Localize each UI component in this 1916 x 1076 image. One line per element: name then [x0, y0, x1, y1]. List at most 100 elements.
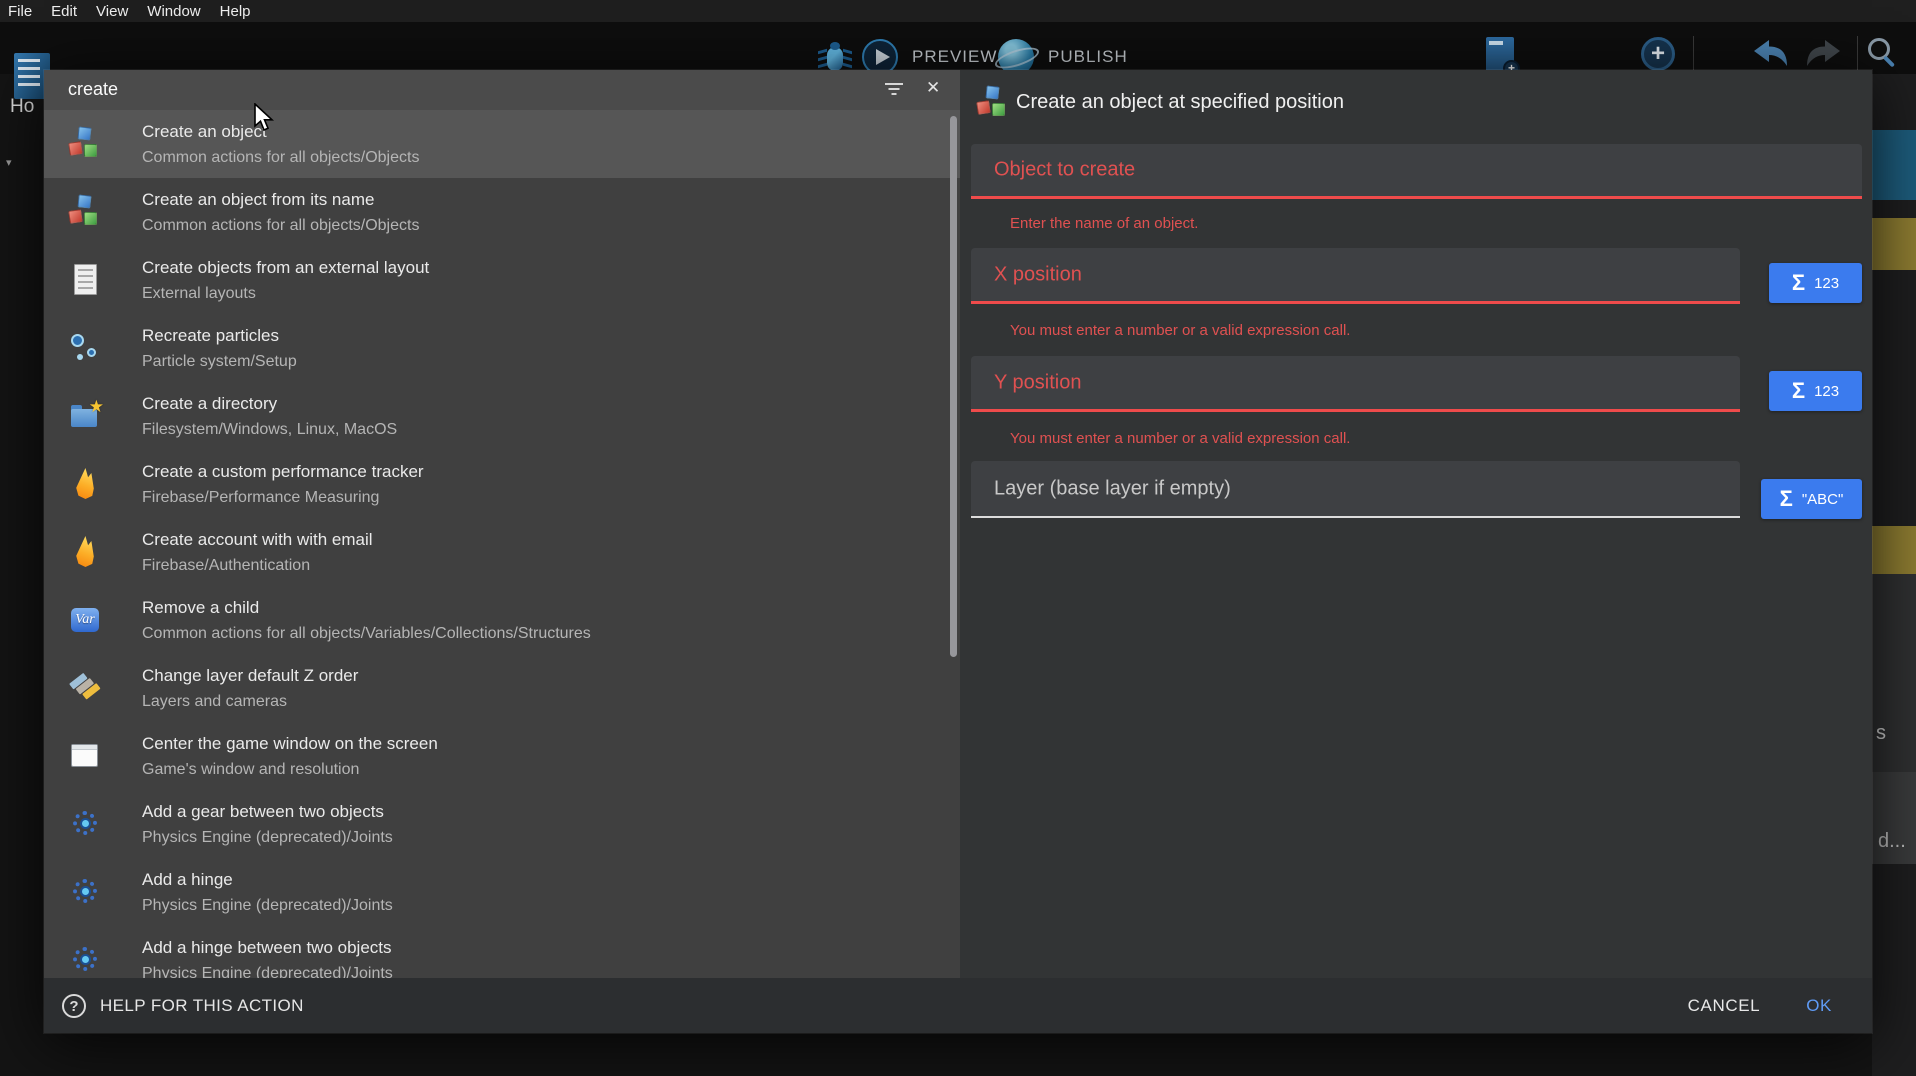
list-scrollbar[interactable]: [950, 116, 957, 657]
action-subtitle: Firebase/Performance Measuring: [142, 489, 379, 507]
object-to-create-field[interactable]: Object to create: [971, 144, 1862, 199]
action-subtitle: Layers and cameras: [142, 693, 287, 711]
preview-button[interactable]: PREVIEW: [912, 47, 997, 67]
help-for-this-action-button[interactable]: HELP FOR THIS ACTION: [100, 996, 304, 1016]
menu-file[interactable]: File: [8, 3, 32, 20]
action-title: Add a hinge between two objects: [142, 938, 392, 958]
layer-field[interactable]: Layer (base layer if empty): [971, 461, 1740, 518]
add-new-icon[interactable]: +: [1641, 37, 1675, 71]
dialog-footer: ? HELP FOR THIS ACTION CANCEL OK: [44, 978, 1872, 1033]
sigma-icon: Σ: [1780, 486, 1793, 512]
list-item-center-game-window[interactable]: Center the game window on the screen Gam…: [44, 722, 960, 790]
list-item-add-hinge[interactable]: Add a hinge Physics Engine (deprecated)/…: [44, 858, 960, 926]
instruction-editor-dialog: create ✕ Create an object Common actions…: [44, 70, 1872, 1033]
variable-icon: Var: [68, 603, 102, 637]
list-item-remove-a-child[interactable]: Var Remove a child Common actions for al…: [44, 586, 960, 654]
action-subtitle: Physics Engine (deprecated)/Joints: [142, 829, 393, 847]
search-icon[interactable]: [1868, 38, 1890, 60]
y-position-field[interactable]: Y position: [971, 356, 1740, 412]
action-results-list: Create an object Common actions for all …: [44, 110, 960, 978]
toolbar: PREVIEW PUBLISH + + + + −: [0, 22, 1916, 74]
string-expression-label: "ABC": [1802, 491, 1844, 508]
action-search-panel: create ✕ Create an object Common actions…: [44, 70, 960, 978]
list-item-create-from-external-layout[interactable]: Create objects from an external layout E…: [44, 246, 960, 314]
list-item-add-gear[interactable]: Add a gear between two objects Physics E…: [44, 790, 960, 858]
objects-cubes-icon: [976, 86, 1006, 118]
chevron-down-icon: ▾: [6, 156, 12, 169]
list-item-performance-tracker[interactable]: Create a custom performance tracker Fire…: [44, 450, 960, 518]
action-title: Add a gear between two objects: [142, 802, 384, 822]
x-expression-button[interactable]: Σ 123: [1769, 263, 1862, 303]
object-field-helper: Enter the name of an object.: [1010, 215, 1198, 232]
list-item-change-z-order[interactable]: Change layer default Z order Layers and …: [44, 654, 960, 722]
objects-cubes-icon: [68, 127, 102, 161]
layer-expression-button[interactable]: Σ "ABC": [1761, 479, 1862, 519]
close-icon[interactable]: ✕: [926, 78, 940, 98]
action-title: Add a hinge: [142, 870, 233, 890]
cancel-button[interactable]: CANCEL: [1688, 996, 1761, 1016]
y-field-placeholder: Y position: [994, 371, 1081, 394]
action-config-panel: Create an object at specified position O…: [960, 70, 1872, 978]
action-title: Create objects from an external layout: [142, 258, 429, 278]
home-tab-fragment: Ho: [10, 96, 34, 118]
objects-cubes-icon: [68, 195, 102, 229]
x-field-error: You must enter a number or a valid expre…: [1010, 322, 1350, 339]
background-object-olive: [1872, 526, 1916, 574]
action-subtitle: Game's window and resolution: [142, 761, 359, 779]
search-bar[interactable]: create ✕: [44, 70, 960, 110]
window-icon: [68, 739, 102, 773]
x-field-placeholder: X position: [994, 263, 1082, 286]
list-item-create-account-email[interactable]: Create account with with email Firebase/…: [44, 518, 960, 586]
sigma-icon: Σ: [1792, 270, 1805, 296]
filter-icon[interactable]: [884, 83, 904, 97]
action-subtitle: External layouts: [142, 285, 256, 303]
folder-star-icon: ★: [68, 399, 102, 433]
list-item-create-directory[interactable]: ★ Create a directory Filesystem/Windows,…: [44, 382, 960, 450]
list-item-recreate-particles[interactable]: Recreate particles Particle system/Setup: [44, 314, 960, 382]
background-object-olive: [1872, 218, 1916, 270]
gear-icon: [68, 943, 102, 977]
y-expression-button[interactable]: Σ 123: [1769, 371, 1862, 411]
action-title: Change layer default Z order: [142, 666, 358, 686]
menu-help[interactable]: Help: [220, 3, 251, 20]
menu-view[interactable]: View: [96, 3, 128, 20]
action-title: Create account with with email: [142, 530, 373, 550]
action-subtitle: Firebase/Authentication: [142, 557, 310, 575]
action-subtitle: Particle system/Setup: [142, 353, 297, 371]
gear-icon: [68, 807, 102, 841]
menu-window[interactable]: Window: [147, 3, 200, 20]
layers-icon: [68, 671, 102, 705]
menu-edit[interactable]: Edit: [51, 3, 77, 20]
x-position-field[interactable]: X position: [971, 248, 1740, 304]
add-scene-icon[interactable]: +: [1486, 37, 1514, 73]
action-title: Remove a child: [142, 598, 259, 618]
action-title: Create a directory: [142, 394, 277, 414]
particles-icon: [68, 331, 102, 365]
action-title: Create an object from its name: [142, 190, 374, 210]
menu-bar: File Edit View Window Help: [0, 0, 1916, 22]
background-object-blue: [1872, 130, 1916, 200]
background-editor-strip: s d...: [1872, 74, 1916, 1076]
action-subtitle: Physics Engine (deprecated)/Joints: [142, 897, 393, 915]
gdevelop-window: File Edit View Window Help PREVIEW PUBLI…: [0, 0, 1916, 1076]
list-item-create-an-object[interactable]: Create an object Common actions for all …: [44, 110, 960, 178]
action-subtitle: Common actions for all objects/Variables…: [142, 625, 591, 643]
help-icon[interactable]: ?: [62, 994, 86, 1018]
list-item-add-hinge-two-objects[interactable]: Add a hinge between two objects Physics …: [44, 926, 960, 978]
action-title: Center the game window on the screen: [142, 734, 438, 754]
publish-button[interactable]: PUBLISH: [1048, 47, 1128, 67]
background-text-fragment: d...: [1872, 772, 1916, 864]
mouse-cursor: [253, 103, 275, 138]
debug-bug-icon[interactable]: [815, 38, 855, 74]
ok-button[interactable]: OK: [1806, 996, 1832, 1016]
background-text-fragment: s: [1872, 574, 1916, 772]
number-expression-label: 123: [1814, 275, 1839, 292]
y-field-error: You must enter a number or a valid expre…: [1010, 430, 1350, 447]
object-field-placeholder: Object to create: [994, 159, 1135, 182]
action-subtitle: Physics Engine (deprecated)/Joints: [142, 965, 393, 978]
layer-field-placeholder: Layer (base layer if empty): [994, 477, 1231, 500]
search-input[interactable]: create: [68, 79, 118, 100]
toolbar-divider: [1693, 36, 1694, 74]
list-item-create-object-from-name[interactable]: Create an object from its name Common ac…: [44, 178, 960, 246]
sigma-icon: Σ: [1792, 378, 1805, 404]
